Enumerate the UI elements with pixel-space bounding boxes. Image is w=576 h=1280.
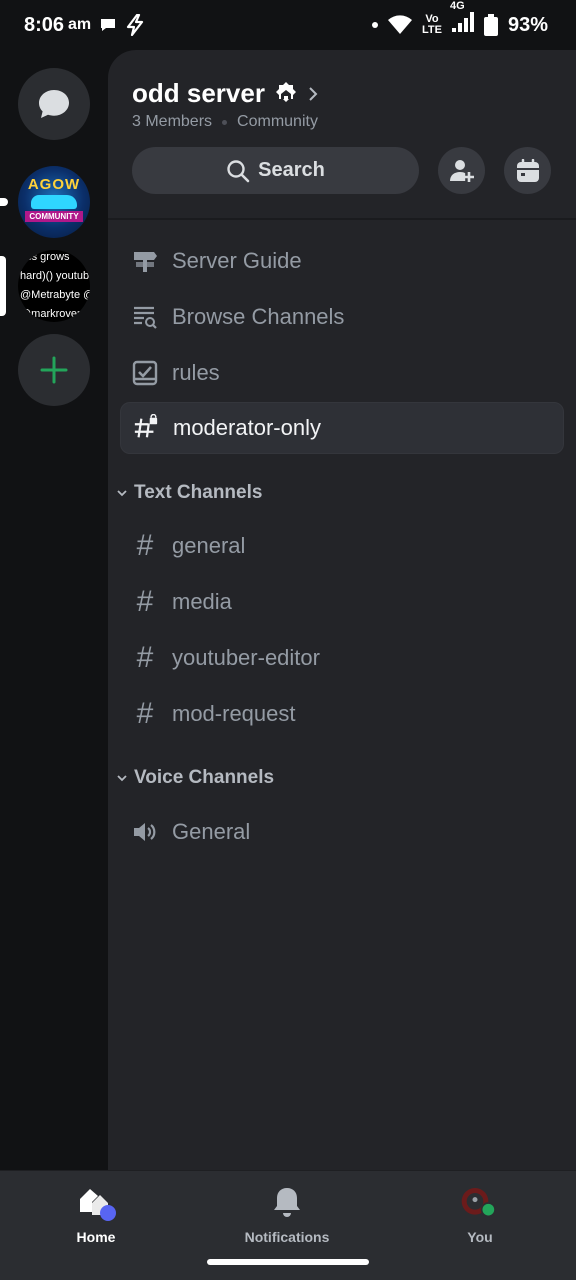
- channel-label: youtuber-editor: [172, 645, 320, 670]
- channel-server-guide[interactable]: Server Guide: [120, 235, 564, 287]
- bell-icon: [267, 1183, 307, 1223]
- signpost-icon: [132, 248, 158, 274]
- clock: 8:06: [24, 13, 65, 36]
- status-bar: 8:06 am Vo LTE 4G 93%: [0, 0, 576, 50]
- search-label: Search: [258, 159, 325, 181]
- gesture-home-bar[interactable]: [207, 1259, 369, 1265]
- channel-mod-request[interactable]: # mod-request: [120, 688, 564, 740]
- nav-home-label: Home: [76, 1229, 116, 1245]
- invite-members-button[interactable]: [438, 147, 485, 194]
- rules-checkbox-icon: [132, 360, 158, 386]
- voice-channel-general[interactable]: General: [120, 806, 564, 858]
- channel-label: mod-request: [172, 701, 296, 726]
- server-icon-text-line: hard)() youtub: [20, 270, 90, 282]
- agow-logo-caption: COMMUNITY: [25, 211, 83, 222]
- home-icon: [76, 1183, 116, 1223]
- network-gen-label: 4G: [449, 0, 465, 12]
- wifi-icon: [388, 15, 412, 34]
- channel-label: media: [172, 589, 232, 614]
- server-rail: AGOW COMMUNITY ess grows hard)() youtub …: [0, 50, 108, 1170]
- search-button[interactable]: Search: [132, 147, 419, 194]
- bolt-icon: [127, 14, 144, 36]
- channel-label: general: [172, 533, 246, 558]
- channel-general[interactable]: # general: [120, 520, 564, 572]
- channel-label: Browse Channels: [172, 304, 345, 329]
- direct-messages-button[interactable]: [18, 68, 90, 140]
- community-badge-icon: [275, 81, 296, 102]
- nav-notifications[interactable]: Notifications: [217, 1183, 357, 1245]
- server-meta: 3 Members Community: [132, 113, 318, 131]
- chevron-down-icon: [117, 775, 127, 782]
- speaker-icon: [132, 819, 158, 845]
- category-voice-channels[interactable]: Voice Channels: [116, 767, 274, 789]
- events-button[interactable]: [504, 147, 551, 194]
- member-count: 3 Members: [132, 113, 213, 130]
- battery-icon: [483, 14, 498, 36]
- battery-percent: 93%: [507, 13, 548, 36]
- nav-you-label: You: [467, 1229, 493, 1245]
- category-label: Text Channels: [134, 482, 263, 503]
- locked-hash-icon: [133, 414, 159, 441]
- nav-home[interactable]: Home: [26, 1183, 166, 1245]
- channel-label: moderator-only: [173, 415, 321, 440]
- volte-indicator: Vo LTE: [422, 13, 442, 36]
- channel-panel: odd server 3 Members Community Search Se…: [108, 50, 576, 1170]
- channel-youtuber-editor[interactable]: # youtuber-editor: [120, 632, 564, 684]
- server-icon-text-line: @Metrabyte @: [20, 289, 90, 301]
- server-icon-text-line: @markrover @: [20, 308, 90, 320]
- server-type: Community: [237, 113, 318, 130]
- server-header[interactable]: odd server: [132, 78, 319, 109]
- server-icon-text-line: ess grows: [20, 251, 70, 263]
- channel-moderator-only[interactable]: moderator-only: [120, 402, 564, 454]
- agow-logo-text: AGOW: [27, 176, 81, 193]
- notification-dot-icon: [372, 22, 378, 28]
- category-label: Voice Channels: [134, 767, 275, 788]
- server-name: odd server: [132, 78, 265, 108]
- chevron-right-icon: [309, 86, 318, 101]
- search-icon: [227, 159, 250, 182]
- hash-icon: #: [136, 641, 154, 674]
- selected-server-indicator: [0, 256, 6, 316]
- channel-browse-channels[interactable]: Browse Channels: [120, 291, 564, 343]
- category-text-channels[interactable]: Text Channels: [116, 482, 262, 504]
- dm-chat-icon: [39, 90, 69, 118]
- car-icon: [31, 195, 77, 209]
- calendar-icon: [516, 158, 539, 182]
- channel-rules[interactable]: rules: [120, 347, 564, 399]
- channel-media[interactable]: # media: [120, 576, 564, 628]
- add-server-button[interactable]: [18, 334, 90, 406]
- nav-notifications-label: Notifications: [244, 1229, 330, 1245]
- add-user-icon: [449, 159, 474, 182]
- clock-ampm: am: [68, 16, 92, 33]
- chat-bubble-icon: [101, 19, 116, 31]
- channel-label: General: [172, 819, 251, 844]
- hash-icon: #: [136, 697, 154, 730]
- server-icon-odd-server[interactable]: ess grows hard)() youtub @Metrabyte @ @m…: [18, 250, 90, 322]
- channel-label: Server Guide: [172, 248, 302, 273]
- channel-label: rules: [172, 360, 220, 385]
- server-icon-agow[interactable]: AGOW COMMUNITY: [18, 166, 90, 238]
- nav-you[interactable]: You: [410, 1183, 550, 1245]
- plus-icon: [40, 356, 68, 384]
- unread-indicator: [0, 198, 8, 206]
- header-divider: [108, 218, 576, 220]
- browse-icon: [132, 304, 158, 330]
- avatar: [460, 1183, 500, 1223]
- hash-icon: #: [136, 585, 154, 618]
- signal-icon: [451, 12, 474, 32]
- hash-icon: #: [136, 529, 154, 562]
- chevron-down-icon: [117, 490, 127, 497]
- separator-dot: [222, 119, 228, 125]
